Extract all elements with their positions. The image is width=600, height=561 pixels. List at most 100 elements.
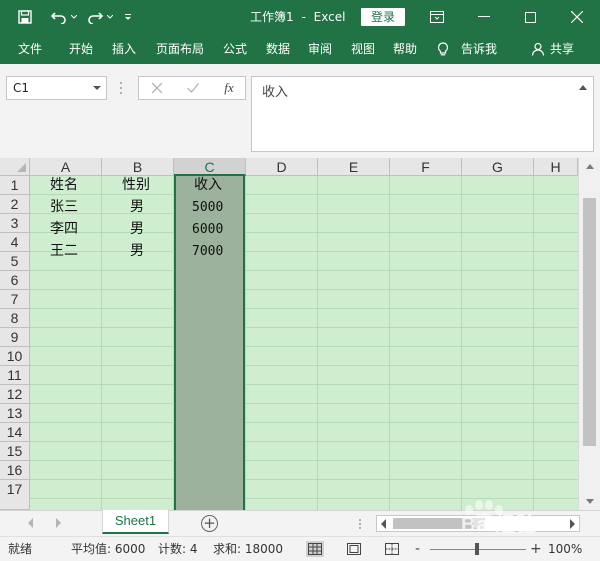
cell-area[interactable] [30, 176, 578, 510]
column-header-h[interactable]: H [534, 158, 578, 176]
cell-a2[interactable]: 张三 [50, 198, 78, 217]
scroll-left-icon[interactable] [381, 519, 386, 529]
formula-bar-area: C1 fx 收入 [0, 64, 600, 158]
page-layout-view-icon[interactable] [345, 541, 363, 557]
redo-dropdown-icon[interactable] [106, 0, 114, 34]
app-name: Excel [313, 10, 346, 24]
tab-view[interactable]: 视图 [351, 34, 375, 64]
tab-data[interactable]: 数据 [266, 34, 290, 64]
ribbon-display-options-icon[interactable] [414, 0, 460, 34]
scroll-down-icon[interactable] [586, 499, 594, 504]
zoom-slider-thumb[interactable] [475, 543, 479, 555]
lightbulb-icon[interactable] [437, 42, 449, 58]
tab-file[interactable]: 文件 [18, 34, 42, 64]
cell-b2[interactable]: 男 [130, 198, 144, 217]
row-header-4[interactable]: 4 [0, 233, 30, 252]
row-header-13[interactable]: 13 [0, 404, 30, 423]
normal-view-icon[interactable] [306, 541, 324, 557]
cell-c2[interactable]: 5000 [192, 198, 223, 217]
tab-insert[interactable]: 插入 [112, 34, 136, 64]
row-header-3[interactable]: 3 [0, 214, 30, 233]
tab-page-layout[interactable]: 页面布局 [156, 34, 204, 64]
worksheet-grid: A B C D E F G H 1 2 3 4 5 6 7 8 9 10 11 … [0, 158, 600, 510]
status-sum[interactable]: 求和: 18000 [213, 537, 283, 561]
zoom-in-button[interactable]: + [530, 537, 542, 561]
cell-b1[interactable]: 性别 [122, 176, 150, 195]
select-all-button[interactable] [0, 158, 30, 176]
insert-function-icon[interactable]: fx [219, 77, 239, 99]
enter-check-icon[interactable] [183, 77, 203, 99]
column-header-e[interactable]: E [318, 158, 390, 176]
horizontal-scroll-thumb[interactable] [393, 518, 485, 529]
row-header-2[interactable]: 2 [0, 195, 30, 214]
vertical-scrollbar[interactable] [578, 158, 600, 510]
formula-content: 收入 [262, 85, 289, 100]
add-sheet-button[interactable]: + [201, 515, 218, 532]
row-header-16[interactable]: 16 [0, 461, 30, 480]
login-button[interactable]: 登录 [361, 8, 405, 26]
collapse-formula-bar-icon[interactable] [579, 85, 587, 90]
scroll-up-icon[interactable] [586, 164, 594, 169]
person-icon[interactable] [531, 42, 545, 58]
cell-a1[interactable]: 姓名 [50, 176, 78, 195]
row-header-1[interactable]: 1 [0, 176, 30, 195]
column-header-f[interactable]: F [390, 158, 462, 176]
tell-me-search[interactable]: 告诉我 [461, 34, 497, 64]
row-header-10[interactable]: 10 [0, 347, 30, 366]
undo-icon[interactable] [48, 0, 70, 34]
cell-a3[interactable]: 李四 [50, 220, 78, 239]
cell-c1[interactable]: 收入 [194, 176, 222, 195]
redo-icon[interactable] [84, 0, 106, 34]
share-button[interactable]: 共享 [550, 34, 574, 64]
maximize-icon[interactable] [507, 0, 553, 34]
zoom-out-button[interactable]: - [415, 537, 420, 561]
row-header-11[interactable]: 11 [0, 366, 30, 385]
previous-sheet-icon[interactable] [28, 518, 33, 528]
minimize-icon[interactable] [461, 0, 507, 34]
status-average[interactable]: 平均值: 6000 [71, 537, 145, 561]
next-sheet-icon[interactable] [56, 518, 61, 528]
column-header-a[interactable]: A [30, 158, 102, 176]
row-header-6[interactable]: 6 [0, 271, 30, 290]
formula-bar-grip-icon[interactable] [119, 80, 123, 96]
column-header-b[interactable]: B [102, 158, 174, 176]
row-header-5[interactable]: 5 [0, 252, 30, 271]
tab-splitter-icon[interactable] [358, 518, 362, 530]
sheet-tab-sheet1[interactable]: Sheet1 [102, 510, 169, 534]
zoom-level[interactable]: 100% [548, 537, 582, 561]
cell-c4[interactable]: 7000 [192, 242, 223, 261]
row-header-12[interactable]: 12 [0, 385, 30, 404]
sum-value: 18000 [244, 542, 284, 556]
tab-home[interactable]: 开始 [69, 34, 93, 64]
customize-toolbar-icon[interactable] [122, 0, 134, 34]
status-count[interactable]: 计数: 4 [158, 537, 198, 561]
select-all-triangle-icon [17, 163, 26, 172]
cell-b4[interactable]: 男 [130, 242, 144, 261]
formula-input[interactable]: 收入 [251, 76, 594, 152]
cancel-icon[interactable] [147, 77, 167, 99]
close-icon[interactable] [554, 0, 600, 34]
tab-formulas[interactable]: 公式 [223, 34, 247, 64]
save-icon[interactable] [14, 0, 36, 34]
row-header-15[interactable]: 15 [0, 442, 30, 461]
column-header-c[interactable]: C [174, 158, 246, 176]
column-header-d[interactable]: D [246, 158, 318, 176]
tab-review[interactable]: 审阅 [308, 34, 332, 64]
tab-help[interactable]: 帮助 [393, 34, 417, 64]
row-header-17[interactable]: 17 [0, 480, 30, 510]
name-box-dropdown-icon[interactable] [93, 86, 101, 90]
row-header-8[interactable]: 8 [0, 309, 30, 328]
column-header-g[interactable]: G [462, 158, 534, 176]
page-break-view-icon[interactable] [383, 541, 401, 557]
row-header-7[interactable]: 7 [0, 290, 30, 309]
row-header-14[interactable]: 14 [0, 423, 30, 442]
scroll-right-icon[interactable] [570, 519, 575, 529]
undo-dropdown-icon[interactable] [70, 0, 78, 34]
cell-c3[interactable]: 6000 [192, 220, 223, 239]
name-box[interactable]: C1 [6, 76, 107, 100]
cell-b3[interactable]: 男 [130, 220, 144, 239]
cell-a4[interactable]: 王二 [50, 242, 78, 261]
horizontal-scrollbar[interactable] [376, 515, 580, 532]
vertical-scroll-thumb[interactable] [583, 198, 596, 446]
row-header-9[interactable]: 9 [0, 328, 30, 347]
